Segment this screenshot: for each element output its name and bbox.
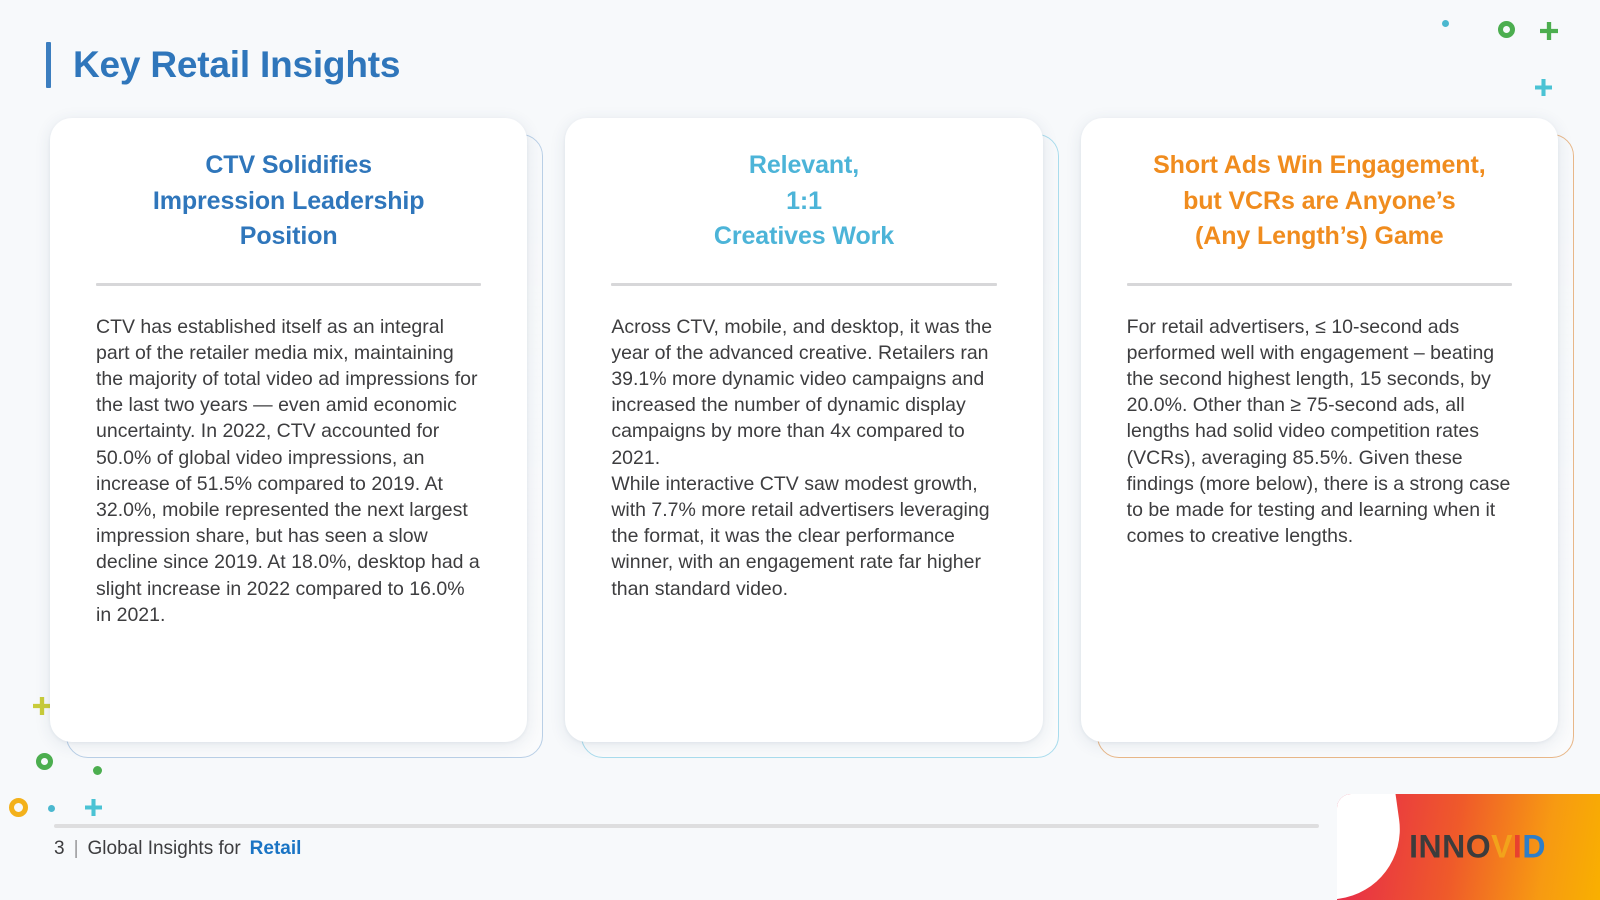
insight-card-short-ads: Short Ads Win Engagement, but VCRs are An… — [1080, 118, 1574, 758]
logo-inno: INNO — [1409, 828, 1492, 865]
card-surface[interactable]: Short Ads Win Engagement, but VCRs are An… — [1080, 118, 1558, 742]
dot-green-card-icon — [93, 766, 102, 775]
logo-d: D — [1522, 828, 1546, 865]
footer-separator: | — [73, 838, 79, 859]
card-title: CTV Solidifies Impression Leadership Posit… — [88, 148, 489, 255]
card-title-line: Short Ads Win Engagement, — [1153, 151, 1486, 179]
card-title-line: (Any Length’s) Game — [1195, 222, 1444, 250]
page-title: Key Retail Insights — [73, 44, 401, 85]
footer-label: Global Insights for — [87, 838, 241, 859]
ring-green-left-icon — [36, 753, 53, 770]
ring-green-top-icon — [1498, 21, 1515, 38]
card-title: Short Ads Win Engagement, but VCRs are An… — [1119, 148, 1520, 255]
card-surface[interactable]: Relevant, 1:1 Creatives Work Across CTV, m… — [565, 118, 1043, 742]
card-title-line: 1:1 — [786, 186, 822, 215]
card-body: For retail advertisers, ≤ 10-second ads … — [1119, 314, 1520, 550]
footer-divider — [54, 824, 1319, 828]
card-title-line: Relevant, — [748, 151, 860, 179]
insight-cards-row: CTV Solidifies Impression Leadership Posit… — [50, 118, 1574, 758]
slide-root: Key Retail Insights CTV Solidifies Impres… — [0, 0, 1600, 900]
card-paragraph: While interactive CTV saw modest growth,… — [611, 472, 990, 600]
cross-yellow-left-icon — [33, 697, 51, 715]
page-header: Key Retail Insights — [46, 42, 400, 88]
card-paragraph: Across CTV, mobile, and desktop, it was … — [611, 315, 993, 469]
insight-card-creatives: Relevant, 1:1 Creatives Work Across CTV, m… — [565, 118, 1059, 758]
card-divider — [611, 282, 997, 286]
title-accent-bar — [46, 42, 51, 88]
logo-v: V — [1491, 828, 1513, 865]
card-title-line: CTV Solidifies — [205, 151, 372, 179]
dot-teal-left-icon — [48, 805, 55, 812]
footer-brand: Retail — [249, 838, 302, 859]
card-divider — [1126, 282, 1512, 286]
logo-i: I — [1512, 828, 1523, 865]
card-paragraph: CTV has established itself as an integra… — [96, 315, 480, 626]
card-body: Across CTV, mobile, and desktop, it was … — [603, 314, 1004, 602]
insight-card-ctv: CTV Solidifies Impression Leadership Posit… — [50, 118, 544, 758]
card-divider — [96, 282, 482, 286]
card-title-line: Position — [239, 222, 338, 250]
cross-teal-left-icon — [85, 799, 102, 816]
card-title: Relevant, 1:1 Creatives Work — [603, 148, 1004, 255]
card-surface[interactable]: CTV Solidifies Impression Leadership Posit… — [50, 118, 528, 742]
ring-yellow-left-icon — [9, 798, 28, 817]
footer: 3 | Global Insights for Retail — [54, 838, 301, 860]
innovid-logo-text: INNOVID — [1337, 829, 1600, 866]
card-title-line: Creatives Work — [713, 222, 895, 250]
cross-green-top-icon — [1540, 22, 1558, 40]
card-title-line: Impression Leadership — [152, 186, 425, 215]
cross-teal-top-icon — [1535, 79, 1552, 96]
card-paragraph: For retail advertisers, ≤ 10-second ads … — [1126, 315, 1511, 548]
innovid-logo: INNOVID — [1337, 794, 1600, 900]
dot-teal-top-icon — [1442, 20, 1449, 27]
card-body: CTV has established itself as an integra… — [88, 314, 489, 629]
card-title-line: but VCRs are Anyone’s — [1183, 186, 1456, 215]
page-number: 3 — [54, 838, 65, 859]
